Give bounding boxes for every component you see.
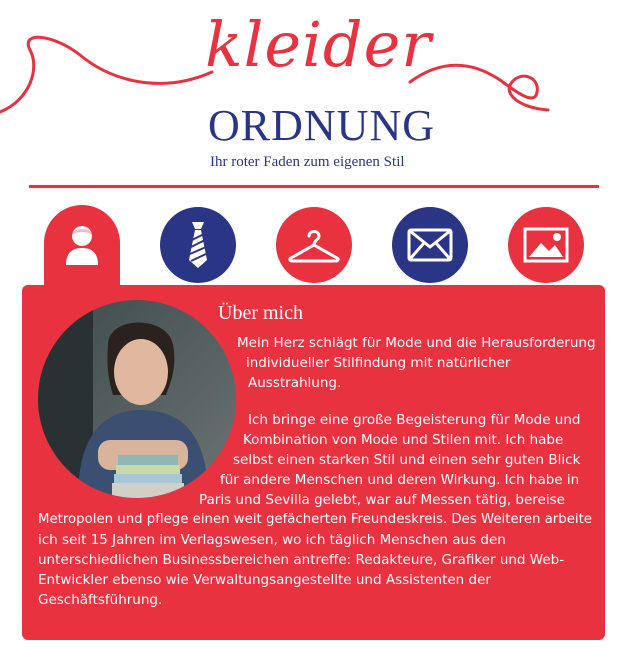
hanger-icon (288, 230, 340, 263)
logo-script-text: kleider (205, 8, 432, 81)
about-text-line: Ausstrahlung. (248, 375, 342, 391)
about-text-line: selbst einen starken Stil und einen sehr… (233, 452, 581, 468)
about-title: Über mich (218, 302, 303, 324)
nav-item-contact[interactable] (392, 207, 468, 283)
logo: kleider ORDNUNG Ihr roter Faden zum eige… (0, 0, 626, 180)
about-text-line: für andere Menschen und deren Wirkung. I… (220, 472, 580, 488)
profile-photo (38, 300, 236, 498)
about-text-line: unterschiedlichen Businessbereichen antr… (38, 552, 565, 568)
about-text-line: individueller Stilfindung mit natürliche… (246, 355, 511, 371)
icon-nav (0, 205, 626, 295)
nav-item-gallery[interactable] (508, 207, 584, 283)
nav-item-wardrobe[interactable] (276, 207, 352, 283)
person-icon (66, 226, 98, 265)
about-text-line: ich seit 15 Jahren im Verlagswesen, wo i… (38, 532, 506, 548)
about-text-line: Mein Herz schlägt für Mode und die Herau… (237, 335, 596, 351)
about-text-line: Kombination von Mode und Stilen mit. Ich… (243, 432, 564, 448)
nav-item-style[interactable] (160, 207, 236, 283)
about-text-line: Paris und Sevilla gelebt, war auf Messen… (199, 492, 565, 508)
nav-item-about[interactable] (44, 207, 120, 283)
logo-tagline: Ihr roter Faden zum eigenen Stil (210, 154, 405, 170)
about-text-line: Entwickler ebenso wie Verwaltungsangeste… (38, 572, 491, 588)
header-divider (29, 185, 599, 188)
logo-title: ORDNUNG (208, 101, 435, 150)
image-icon (523, 227, 569, 263)
about-text-line: Metropolen und pflege einen weit gefäche… (38, 512, 592, 527)
about-text-line: Geschäftsführung. (38, 592, 163, 608)
envelope-icon (407, 228, 453, 262)
tie-icon (189, 222, 207, 268)
about-text-line: Ich bringe eine große Begeisterung für M… (248, 412, 581, 428)
